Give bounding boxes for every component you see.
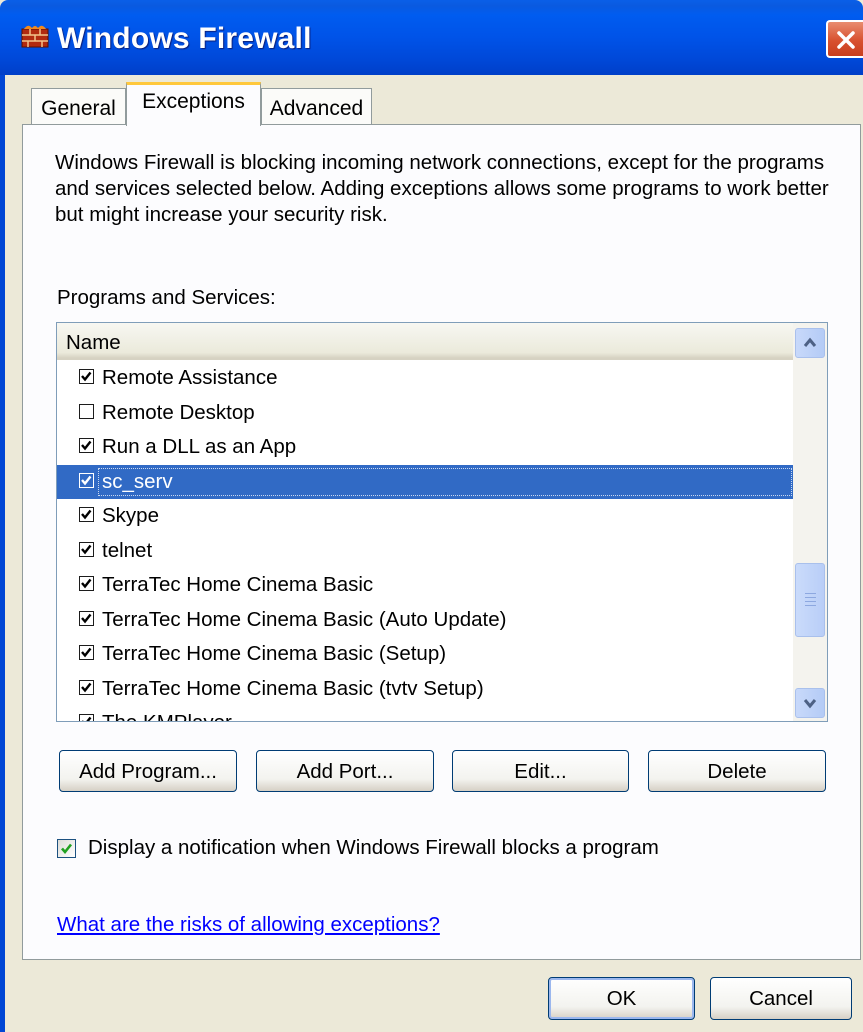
thumb-grip <box>805 593 816 594</box>
list-item-label: The KMPlayer <box>102 711 232 721</box>
vertical-scrollbar[interactable] <box>793 323 827 721</box>
list-item[interactable]: TerraTec Home Cinema Basic (Auto Update) <box>57 603 793 638</box>
notification-label[interactable]: Display a notification when Windows Fire… <box>88 836 659 860</box>
list-item[interactable]: The KMPlayer <box>57 706 793 721</box>
list-item[interactable]: Run a DLL as an App <box>57 430 793 465</box>
column-header-name[interactable]: Name <box>57 323 793 360</box>
thumb-grip <box>805 605 816 606</box>
chevron-up-icon <box>803 337 817 347</box>
focus-rectangle <box>98 467 792 496</box>
list-item-label: sc_serv <box>102 469 173 493</box>
list-item-label: TerraTec Home Cinema Basic (tvtv Setup) <box>102 676 484 700</box>
checkmark-icon <box>81 647 92 658</box>
item-checkbox[interactable] <box>79 645 94 660</box>
cancel-button[interactable]: Cancel <box>710 977 852 1020</box>
ok-button[interactable]: OK <box>548 977 695 1020</box>
tab-advanced[interactable]: Advanced <box>261 88 372 124</box>
checkmark-icon <box>81 544 92 554</box>
scroll-up-button[interactable] <box>795 328 825 358</box>
item-checkbox[interactable] <box>79 714 94 721</box>
item-checkbox[interactable] <box>79 576 94 591</box>
chevron-down-icon <box>803 699 817 709</box>
list-item[interactable]: Skype <box>57 499 793 534</box>
tab-exceptions[interactable]: Exceptions <box>126 82 261 126</box>
firewall-brick-icon <box>21 25 49 48</box>
item-checkbox[interactable] <box>79 472 94 488</box>
checkmark-icon <box>82 716 92 721</box>
exceptions-description: Windows Firewall is blocking incoming ne… <box>55 151 829 226</box>
title-bar[interactable]: Windows Firewall <box>0 0 863 75</box>
list-item-label: TerraTec Home Cinema Basic <box>102 573 374 596</box>
list-item-label: Skype <box>102 504 159 527</box>
scrollbar-thumb[interactable] <box>795 563 825 637</box>
item-checkbox[interactable] <box>79 507 94 522</box>
edit-button[interactable]: Edit... <box>452 750 629 792</box>
close-button[interactable] <box>826 20 863 58</box>
item-checkbox[interactable] <box>79 403 94 419</box>
programs-services-label: Programs and Services: <box>57 286 276 309</box>
exceptions-risks-link[interactable]: What are the risks of allowing exception… <box>57 913 440 937</box>
list-rows: Remote Assistance Remote Desktop Run a DLL… <box>57 361 793 721</box>
tab-general[interactable]: General <box>31 88 126 124</box>
thumb-grip <box>805 597 816 598</box>
checkmark-icon <box>81 613 92 623</box>
list-item[interactable]: sc_serv <box>57 464 793 499</box>
item-checkbox[interactable] <box>79 541 94 557</box>
delete-button[interactable]: Delete <box>648 750 826 792</box>
checkmark-icon <box>81 440 92 451</box>
checkmark-icon <box>81 682 92 692</box>
list-item-label: Remote Desktop <box>102 400 255 424</box>
notification-checkbox[interactable] <box>57 839 76 858</box>
item-checkbox[interactable] <box>79 369 94 384</box>
item-checkbox[interactable] <box>79 610 94 626</box>
thumb-grip <box>805 601 816 602</box>
checkmark-icon <box>81 578 92 589</box>
checkmark-icon <box>81 371 92 382</box>
checkmark-icon <box>81 509 92 520</box>
item-checkbox[interactable] <box>79 438 94 453</box>
list-item[interactable]: TerraTec Home Cinema Basic (Setup) <box>57 637 793 672</box>
list-item-label: Remote Assistance <box>102 366 278 389</box>
list-item-label: Run a DLL as an App <box>102 435 297 458</box>
list-item-label: TerraTec Home Cinema Basic (Auto Update) <box>102 607 507 631</box>
firewall-dialog: Windows Firewall General Exceptions Adva… <box>0 0 863 1032</box>
list-item-label: telnet <box>102 538 153 562</box>
list-item[interactable]: Remote Assistance <box>57 361 793 396</box>
close-icon <box>837 31 855 49</box>
list-item-label: TerraTec Home Cinema Basic (Setup) <box>102 642 447 665</box>
list-item[interactable]: TerraTec Home Cinema Basic <box>57 568 793 603</box>
window-title: Windows Firewall <box>57 22 312 55</box>
item-checkbox[interactable] <box>79 679 94 695</box>
add-program-button[interactable]: Add Program... <box>59 750 237 792</box>
programs-list[interactable]: Name Remote Assistance Remote Desktop Run … <box>56 322 828 722</box>
scroll-down-button[interactable] <box>795 688 825 718</box>
checkmark-icon <box>81 475 92 485</box>
list-item[interactable]: telnet <box>57 534 793 569</box>
checkmark-icon <box>61 843 73 855</box>
window-frame <box>0 75 5 1032</box>
list-item[interactable]: TerraTec Home Cinema Basic (tvtv Setup) <box>57 672 793 707</box>
list-item[interactable]: Remote Desktop <box>57 396 793 431</box>
add-port-button[interactable]: Add Port... <box>256 750 434 792</box>
